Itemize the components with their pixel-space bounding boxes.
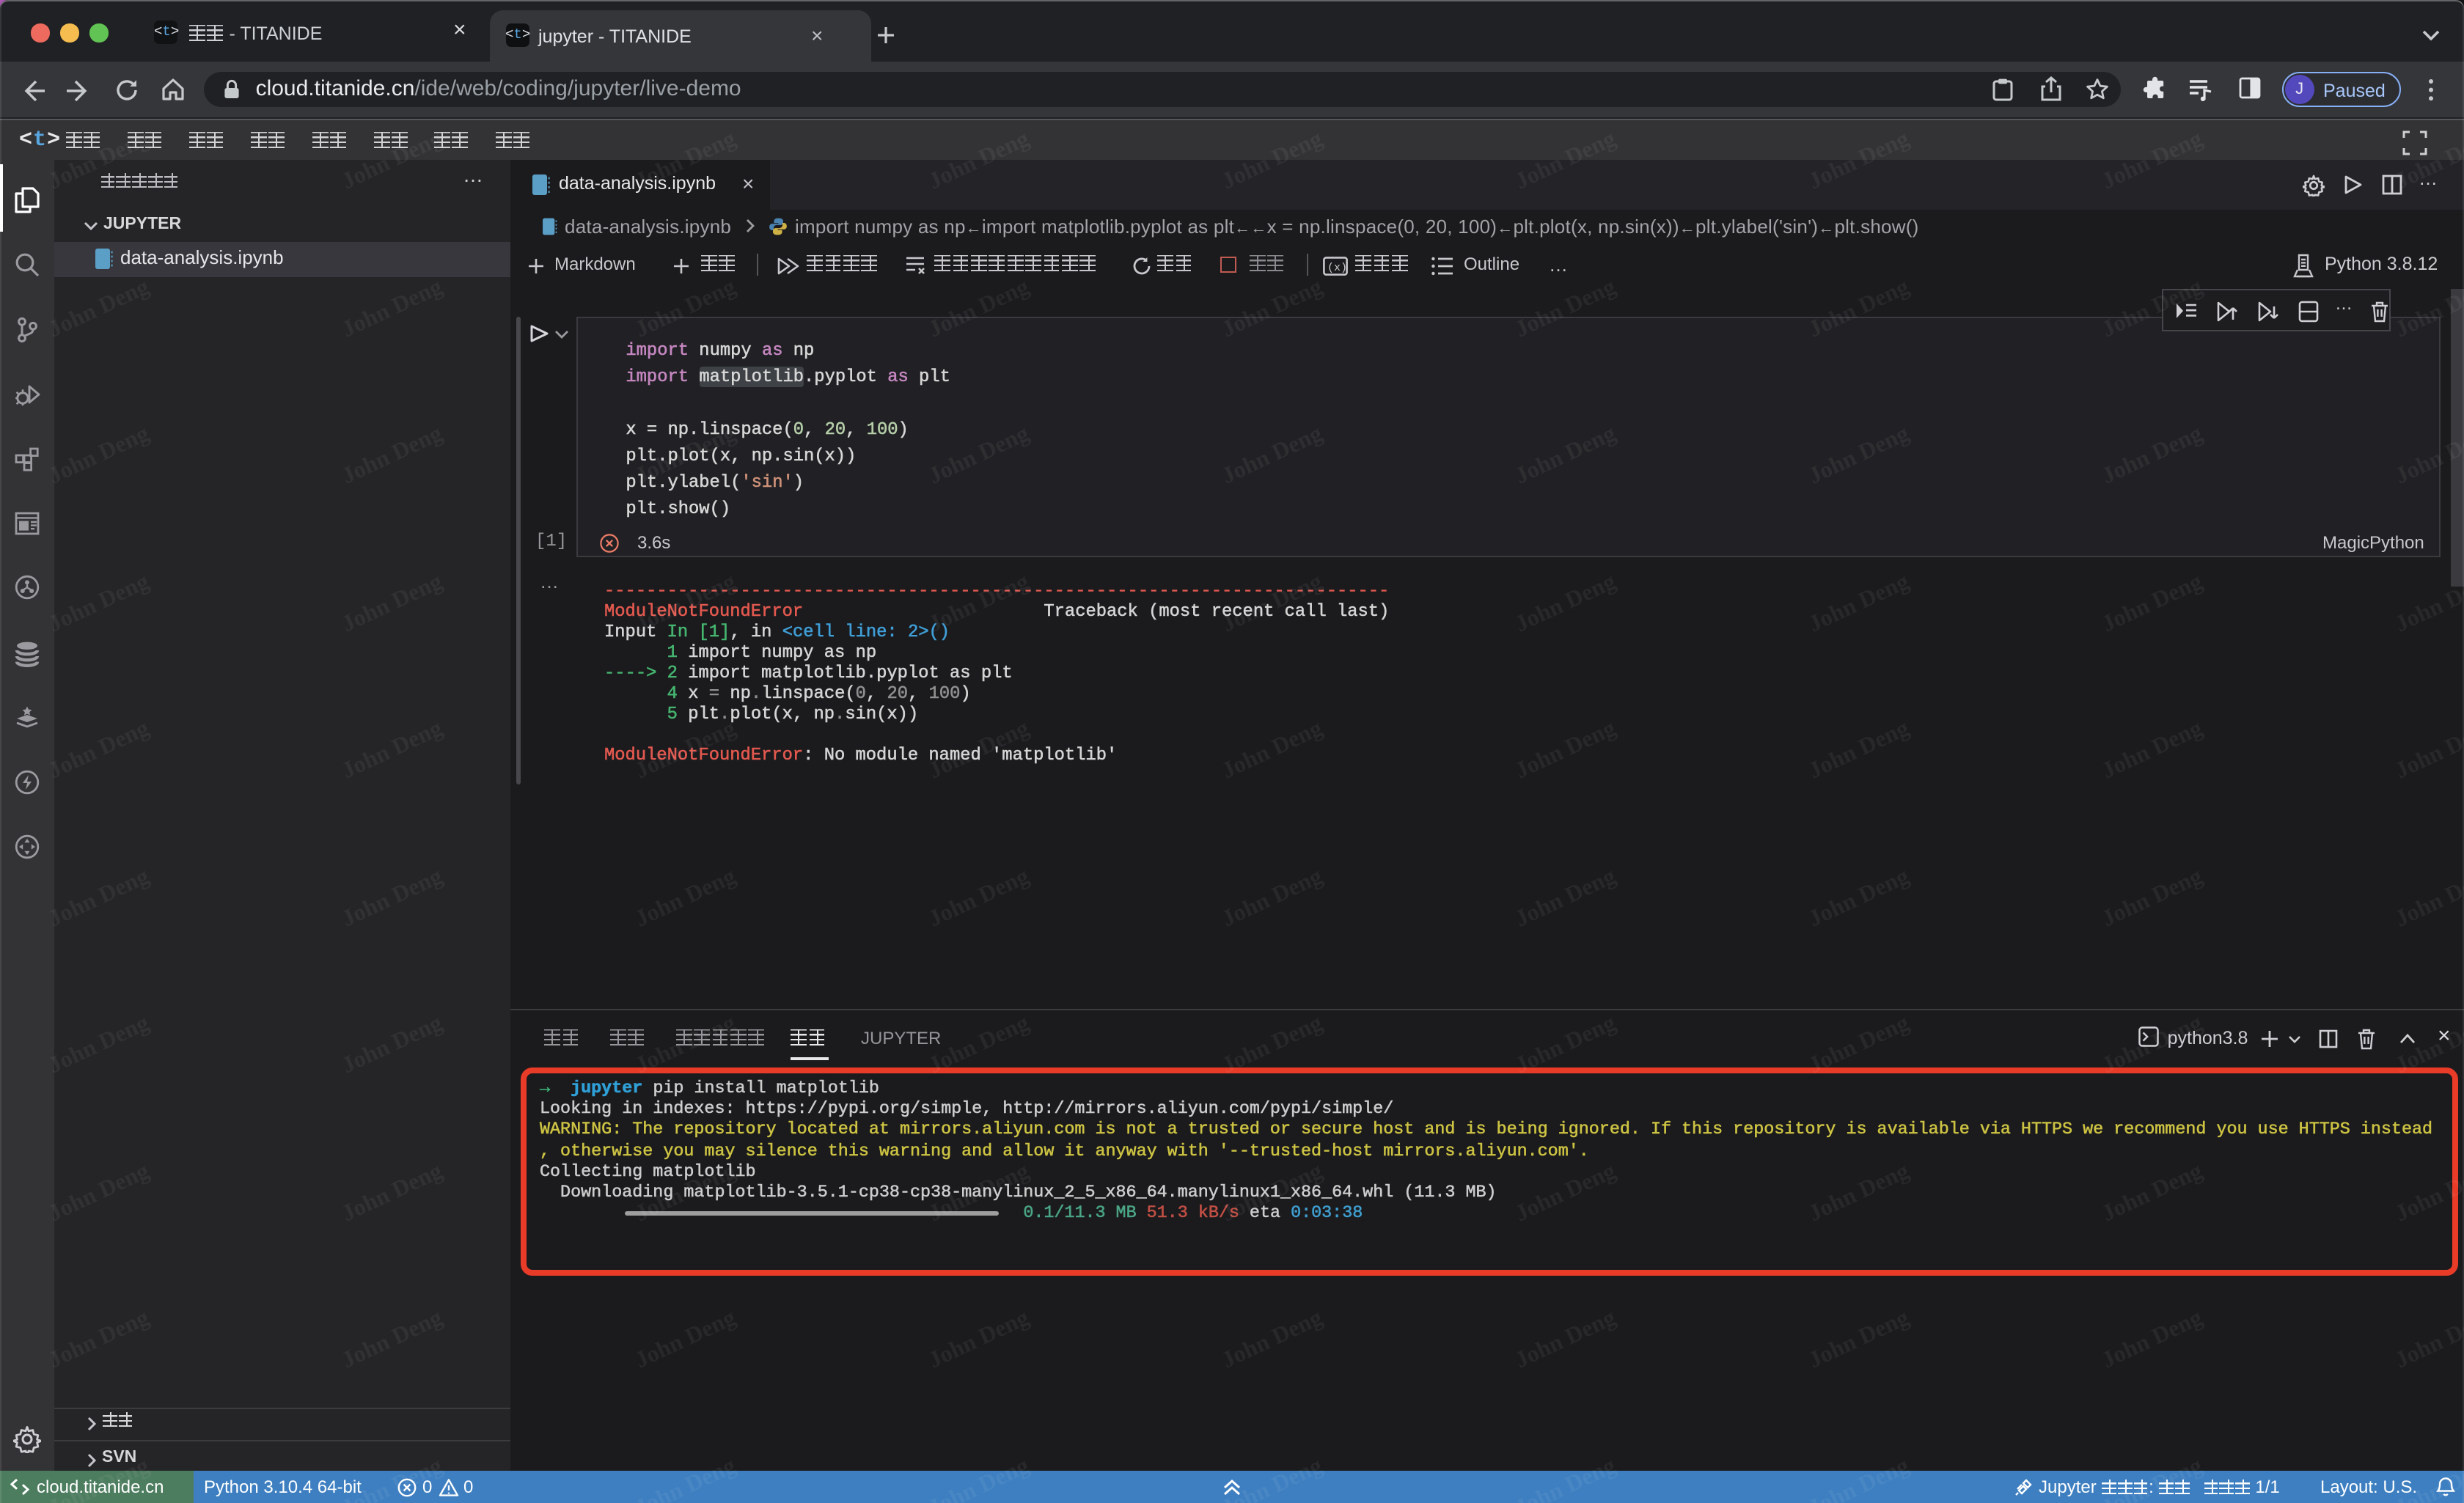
svg-text:(x): (x) (1327, 261, 1346, 273)
